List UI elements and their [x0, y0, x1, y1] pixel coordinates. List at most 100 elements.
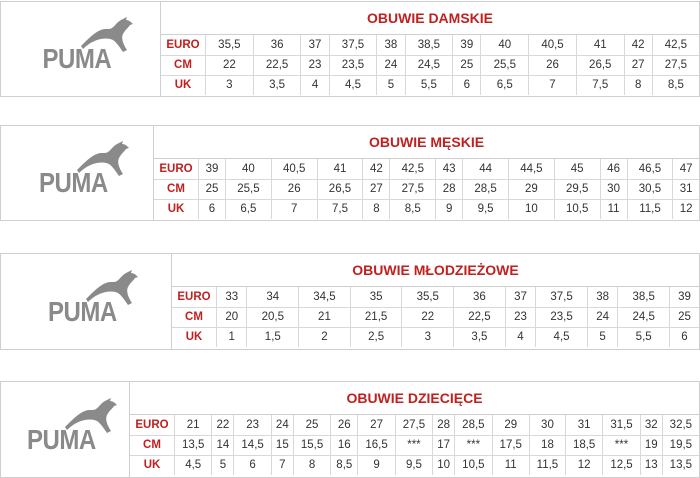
size-cell: 39: [198, 159, 226, 180]
size-cell: 9: [357, 454, 396, 475]
size-cell: 24: [376, 54, 406, 76]
size-cell: 15: [270, 434, 294, 456]
size-cell: 21: [298, 306, 351, 328]
row-label: CM: [154, 178, 199, 200]
size-cell: 4: [504, 326, 537, 347]
size-cell: 46,5: [626, 159, 674, 180]
size-cell: 8: [623, 74, 653, 95]
table-row: EURO 33 34 34,5 35 35,5 36 37 37,5 38 38,5 39: [172, 287, 699, 308]
table-row: CM 20 20,5 21 21,5 22 22,5 23 23,5 24 24,5 25: [172, 306, 699, 328]
size-cell: 41: [316, 159, 364, 180]
size-cell: 38,5: [617, 287, 670, 308]
size-cell: 4: [300, 74, 330, 95]
size-cell: 7,5: [316, 198, 364, 219]
row-label: UK: [172, 326, 217, 347]
size-cell: 36: [252, 35, 302, 56]
size-cell: 28: [435, 178, 464, 200]
puma-wordmark: PUMA: [27, 424, 96, 456]
size-cell: 25: [669, 306, 699, 328]
size-cell: 27,5: [394, 415, 434, 436]
size-cell: 37: [300, 35, 330, 56]
size-cell: 35,5: [401, 287, 455, 308]
size-cell: 25: [452, 54, 482, 76]
size-cell: 31,5: [602, 415, 641, 436]
size-cell: 6: [233, 454, 272, 475]
size-cell: 39: [452, 35, 482, 56]
size-cell: 40: [480, 35, 530, 56]
size-cell: 19: [639, 434, 663, 456]
table-title: OBUWIE MĘSKIE: [154, 126, 699, 159]
size-cell: 5,5: [617, 326, 670, 347]
size-cell: 5: [586, 326, 619, 347]
size-cell: 35,5: [205, 35, 254, 56]
size-cell: 1: [215, 326, 248, 347]
table-title: OBUWIE MŁODZIEŻOWE: [172, 254, 699, 287]
size-cell: 6: [198, 198, 226, 219]
row-label: CM: [161, 54, 206, 76]
size-cell: 23: [504, 306, 537, 328]
size-cell: 21,5: [349, 306, 403, 328]
size-cell: 33: [215, 287, 248, 308]
size-cell: 19,5: [661, 434, 699, 456]
row-label: UK: [161, 74, 206, 95]
puma-logo: PUMA: [1, 126, 154, 220]
size-cell: 11: [491, 454, 530, 475]
size-cell: 47: [672, 159, 699, 180]
size-cell: 30,5: [626, 178, 674, 200]
size-cell: 4,5: [328, 74, 378, 95]
size-cell: 29: [507, 178, 555, 200]
size-cell: 42: [623, 35, 653, 56]
size-cell: 26: [528, 54, 577, 76]
size-cell: 6,5: [225, 198, 272, 219]
table-row: CM 25 25,5 26 26,5 27 27,5 28 28,5 29 29,5 30 30,5 31: [154, 178, 699, 200]
size-cell: 11,5: [528, 454, 566, 475]
size-cell: 18,5: [564, 434, 604, 456]
size-cell: 11: [599, 198, 628, 219]
size-cell: 6,5: [480, 74, 530, 95]
size-table-block: PUMA OBUWIE MĘSKIE EURO 39 40 40,5 41 42 42,5 43 4…: [0, 125, 700, 221]
puma-logo: PUMA: [1, 254, 172, 349]
size-cell: 22: [205, 54, 254, 76]
size-cell: 25,5: [480, 54, 530, 76]
table-row: EURO 35,5 36 37 37,5 38 38,5 39 40 40,5 41 42 42,5: [161, 35, 699, 56]
size-cell: 38: [376, 35, 406, 56]
size-table: EURO 39 40 40,5 41 42 42,5 43 44 44,5 45 46 46,5 47 CM…: [154, 159, 699, 219]
size-cell: 40,5: [528, 35, 577, 56]
size-cell: 25: [198, 178, 226, 200]
size-cell: 10: [507, 198, 555, 219]
size-cell: 13,5: [173, 434, 213, 456]
table-title: OBUWIE DZIECIĘCE: [130, 382, 699, 415]
size-cell: 8: [292, 454, 332, 475]
size-cell: 28,5: [454, 415, 493, 436]
size-cell: 28,5: [462, 178, 509, 200]
size-cell: 7,5: [575, 74, 625, 95]
size-cell: 24: [586, 306, 619, 328]
table-row: UK 4,5 5 6 7 8 8,5 9 9,5 10 10,5 11 11,5 12 12,5 13 13,5: [130, 454, 699, 475]
size-cell: 27,5: [651, 54, 699, 76]
size-cell: 9,5: [462, 198, 509, 219]
size-cell: 9: [435, 198, 464, 219]
size-cell: 25,5: [225, 178, 272, 200]
size-cell: 3: [205, 74, 254, 95]
size-cell: ***: [394, 434, 434, 456]
size-cell: 22,5: [252, 54, 302, 76]
size-cell: 3,5: [252, 74, 302, 95]
size-cell: 32: [639, 415, 663, 436]
size-cell: 7: [270, 454, 294, 475]
size-cell: 23,5: [328, 54, 378, 76]
size-cell: 3: [401, 326, 455, 347]
size-cell: 26,5: [316, 178, 364, 200]
table-row: UK 6 6,5 7 7,5 8 8,5 9 9,5 10 10,5 11 11,5 12: [154, 198, 699, 219]
size-cell: 31: [564, 415, 604, 436]
size-cell: 14,5: [233, 434, 272, 456]
size-cell: 12,5: [602, 454, 641, 475]
size-cell: 2: [298, 326, 351, 347]
table-row: EURO 21 22 23 24 25 26 27 27,5 28 28,5 29 30 31 31,5 32…: [130, 415, 699, 436]
size-cell: 27,5: [389, 178, 437, 200]
size-cell: 35: [349, 287, 403, 308]
size-table: EURO 33 34 34,5 35 35,5 36 37 37,5 38 38,5 39 CM 20 20…: [172, 287, 699, 347]
size-cell: 43: [435, 159, 464, 180]
size-cell: 38: [586, 287, 619, 308]
size-cell: 42,5: [389, 159, 437, 180]
size-cell: 14: [211, 434, 235, 456]
